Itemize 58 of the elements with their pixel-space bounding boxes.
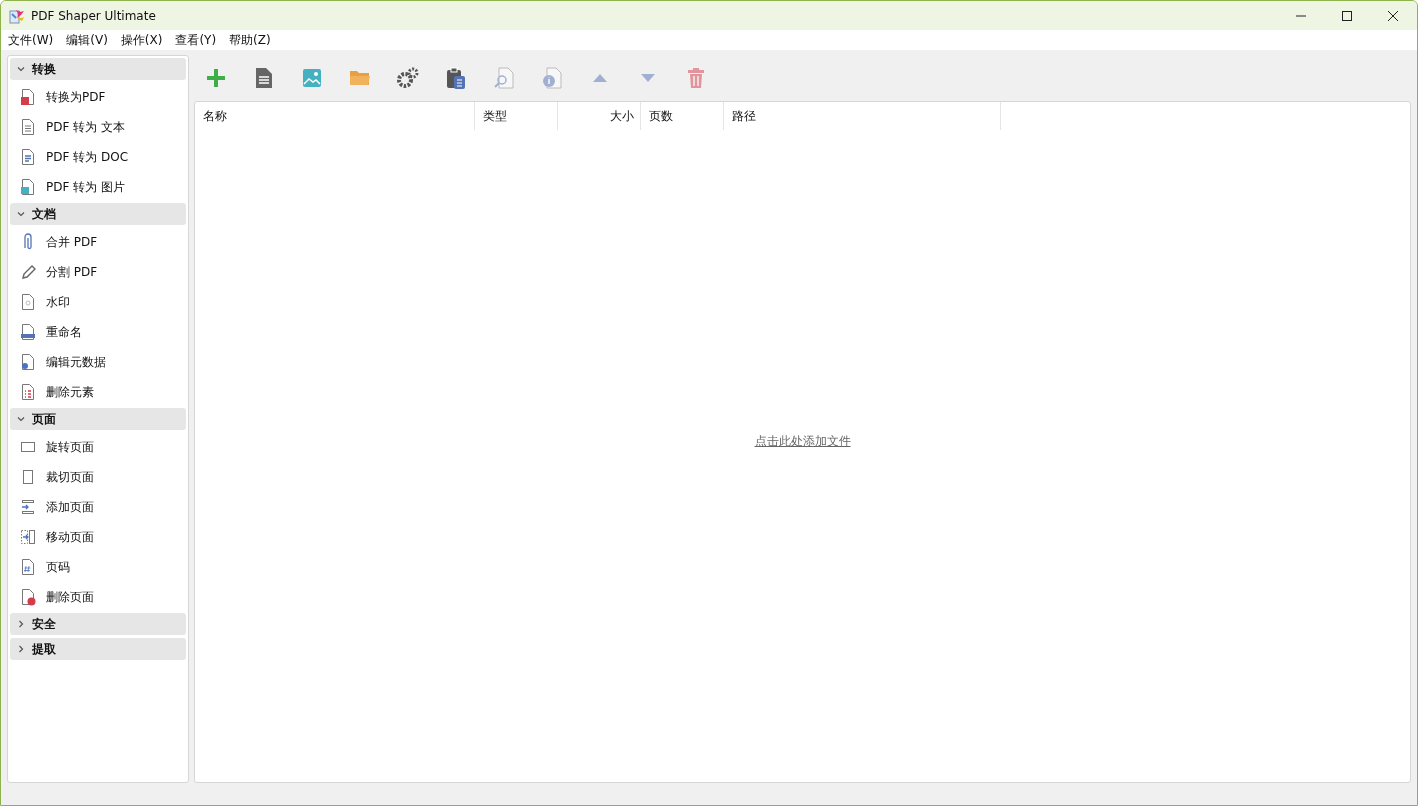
add-files-link[interactable]: 点击此处添加文件 [754, 432, 851, 450]
text-file-icon [20, 118, 36, 136]
column-header[interactable]: 页数 [649, 107, 673, 125]
menu-item[interactable]: 帮助(Z) [229, 31, 271, 49]
delete-page-icon [20, 588, 36, 606]
close-icon[interactable] [1387, 9, 1399, 22]
sidebar-item[interactable]: 裁切页面 [46, 468, 94, 486]
sidebar-item[interactable]: 转换为PDF [46, 88, 106, 106]
sidebar-item[interactable]: 合并 PDF [46, 233, 98, 251]
column-header[interactable]: 路径 [732, 107, 756, 125]
chevron-icon [16, 414, 26, 424]
add-icon[interactable] [204, 66, 228, 90]
rename-file-icon [20, 323, 36, 341]
sidebar-item[interactable]: PDF 转为 DOC [46, 148, 129, 166]
insert-page-icon [20, 498, 36, 516]
pencil-icon [20, 263, 36, 281]
sidebar-item[interactable]: 分割 PDF [46, 263, 98, 281]
chevron-icon [16, 644, 26, 654]
sidebar-item[interactable]: 重命名 [46, 323, 82, 341]
gears-icon[interactable] [396, 66, 420, 90]
sidebar-item[interactable]: 编辑元数据 [46, 353, 106, 371]
sidebar-item[interactable]: 添加页面 [46, 498, 94, 516]
sidebar-item[interactable]: PDF 转为 文本 [46, 118, 125, 136]
pdf-file-icon [20, 88, 36, 106]
window-title: PDF Shaper Ultimate [31, 8, 156, 23]
sidebar-item[interactable]: PDF 转为 图片 [46, 178, 125, 196]
move-page-icon [20, 528, 36, 546]
watermark-file-icon [20, 293, 36, 311]
sidebar-item[interactable]: 移动页面 [46, 528, 94, 546]
sidebar-item[interactable]: 删除页面 [46, 588, 94, 606]
hash-page-icon [20, 558, 36, 576]
chevron-icon [16, 209, 26, 219]
sidebar-item[interactable]: 删除元素 [46, 383, 94, 401]
column-header[interactable]: 大小 [610, 107, 634, 125]
group-header[interactable]: 提取 [10, 638, 186, 660]
sidebar-item[interactable]: 页码 [46, 558, 70, 576]
group-header[interactable]: 转换 [10, 58, 186, 80]
doc-file-icon [20, 148, 36, 166]
sidebar-item[interactable]: 旋转页面 [46, 438, 94, 456]
sidebar-item[interactable]: 水印 [46, 293, 70, 311]
group-header[interactable]: 安全 [10, 613, 186, 635]
column-header[interactable]: 类型 [483, 107, 507, 125]
chevron-icon [16, 619, 26, 629]
app-logo-icon [9, 7, 25, 24]
menu-item[interactable]: 操作(X) [120, 31, 163, 49]
image-icon[interactable] [300, 66, 324, 90]
column-header[interactable]: 名称 [203, 107, 227, 125]
portrait-page-icon [20, 468, 36, 486]
maximize-icon[interactable] [1341, 9, 1353, 22]
menu-item[interactable]: 文件(W) [8, 31, 54, 49]
list-file-icon [20, 383, 36, 401]
group-header[interactable]: 页面 [10, 408, 186, 430]
chevron-icon [16, 64, 26, 74]
menu-item[interactable]: 查看(Y) [175, 31, 217, 49]
group-header[interactable]: 文档 [10, 203, 186, 225]
image-file-icon [20, 178, 36, 196]
menu-item[interactable]: 编辑(V) [66, 31, 108, 49]
clipboard-icon[interactable] [444, 66, 468, 90]
